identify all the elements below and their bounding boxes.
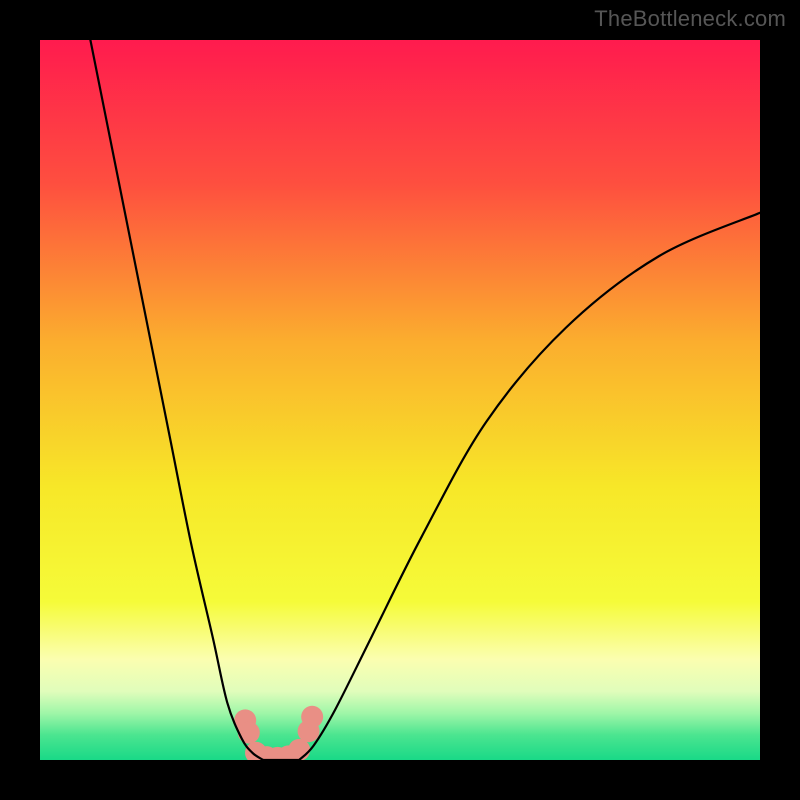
chart-frame: TheBottleneck.com <box>0 0 800 800</box>
watermark-text: TheBottleneck.com <box>594 6 786 32</box>
marker-dot <box>238 722 260 744</box>
plot-area <box>40 40 760 760</box>
right-curve <box>299 213 760 760</box>
left-curve <box>90 40 263 760</box>
marker-dot <box>301 706 323 728</box>
curve-layer <box>40 40 760 760</box>
marker-dot <box>288 739 310 760</box>
